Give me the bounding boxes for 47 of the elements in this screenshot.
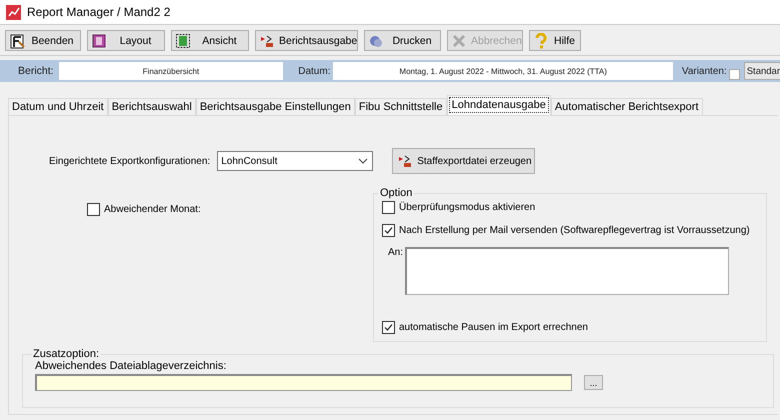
checkbox-label: automatische Pausen im Export errechnen (399, 322, 588, 333)
checkbox-label: Abweichender Monat: (104, 204, 201, 215)
tab[interactable]: Lohndatenausgabe (446, 95, 551, 115)
app-icon (6, 4, 21, 20)
variant-dropdown[interactable]: Standar (744, 62, 780, 80)
toolbar-button[interactable]: Berichtsausgabe (255, 30, 358, 51)
help-icon (533, 32, 549, 48)
toolbar-button[interactable]: Beenden (5, 30, 81, 51)
checkbox-label: Überprüfungsmodus aktivieren (399, 202, 536, 213)
window-title: Report Manager / Mand2 2 (27, 5, 170, 19)
field-label: Abweichendes Dateiablageverzeichnis: (35, 360, 228, 372)
toolbar-button[interactable]: Ansicht (171, 30, 249, 51)
toolbar-button[interactable]: Layout (87, 30, 165, 51)
field-label: Varianten: (682, 66, 727, 76)
group-title: Option (379, 187, 414, 199)
output-icon (259, 32, 275, 48)
checkbox[interactable] (382, 201, 395, 214)
tab[interactable]: Datum und Uhrzeit (8, 98, 108, 115)
tab[interactable]: Fibu Schnittstelle (354, 98, 447, 115)
group-title: Zusatzoption: (32, 348, 100, 360)
field-label: Eingerichtete Exportkonfigurationen: (49, 156, 210, 166)
layout-icon (91, 32, 107, 48)
cancel-icon (451, 32, 467, 48)
toolbar-button[interactable]: Drucken (364, 30, 441, 51)
config-dropdown[interactable]: LohnConsult (217, 151, 374, 171)
checkbox[interactable] (382, 224, 395, 237)
caret-icon (358, 158, 368, 164)
browse-button[interactable]: ... (584, 375, 603, 390)
checkbox[interactable] (728, 68, 740, 80)
report-field[interactable]: Finanzübersicht (58, 62, 284, 80)
recipient-field[interactable] (405, 247, 730, 295)
field-label: Datum: (298, 66, 330, 76)
tab[interactable]: Berichtsausgabe Einstellungen (196, 98, 355, 115)
toolbar-button[interactable]: Hilfe (529, 30, 581, 51)
directory-field[interactable] (35, 374, 572, 391)
export-button[interactable]: Staffexportdatei erzeugen (392, 148, 536, 174)
output-icon (397, 153, 414, 169)
exit-icon (9, 32, 25, 48)
checkbox-label: Nach Erstellung per Mail versenden (Softwarepflegevertrag ist Vorraussetzung) (399, 225, 750, 236)
tab[interactable]: Automatischer Berichtsexport (550, 98, 703, 115)
checkbox[interactable] (87, 203, 100, 216)
field-label: An: (388, 247, 404, 260)
view-icon (175, 32, 191, 48)
tab[interactable]: Berichtsauswahl (108, 98, 196, 115)
checkbox[interactable] (382, 321, 395, 334)
date-field[interactable]: Montag, 1. August 2022 - Mittwoch, 31. August 2022 (TTA) (333, 62, 673, 80)
field-label: Bericht: (18, 65, 54, 77)
